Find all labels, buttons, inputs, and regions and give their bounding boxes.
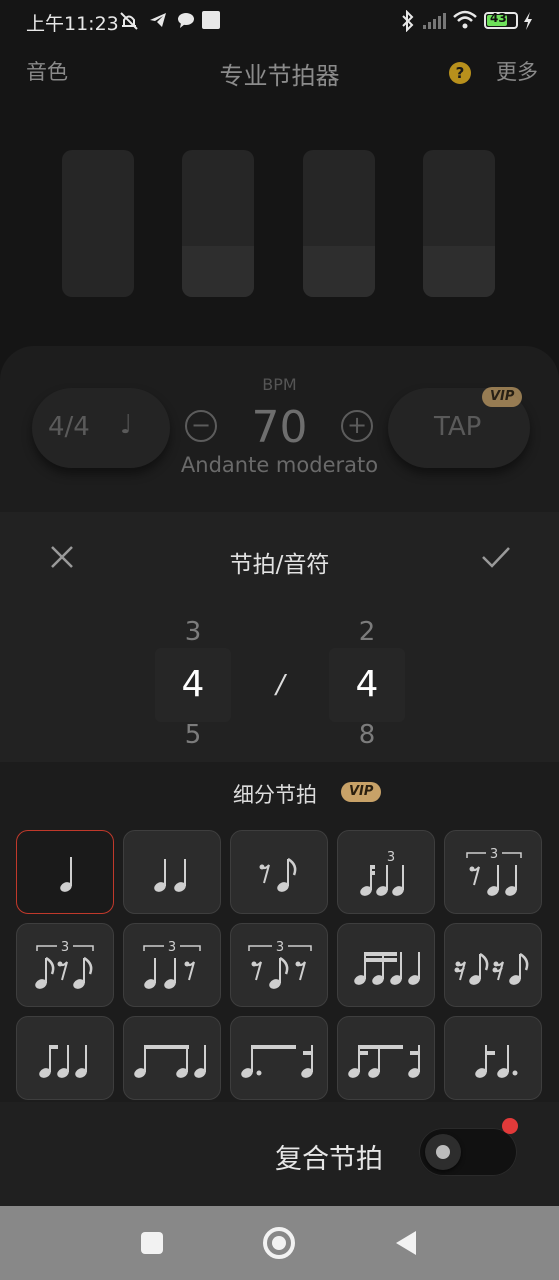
sixteenth-eighth-sixteenth-icon — [348, 1045, 420, 1078]
notification-dot — [502, 1118, 518, 1134]
app-screen: 上午11:23 43 音色 专业节拍器 ? 更多 4/4 ♩ − BPM 70 … — [0, 0, 559, 1280]
subdivision-option-11[interactable] — [16, 1016, 114, 1100]
more-button[interactable]: 更多 — [496, 56, 538, 86]
beat-indicator-2[interactable] — [182, 150, 254, 297]
sheet-title: 节拍/音符 — [229, 552, 330, 578]
svg-text:3: 3 — [490, 847, 498, 862]
tap-vip-badge: VIP — [482, 387, 523, 407]
battery-icon: 43 — [484, 11, 518, 29]
sixteenth-triplet-icon: 3 — [360, 850, 404, 896]
chat-bubble-icon — [178, 13, 194, 28]
status-time: 上午11:23 — [26, 13, 119, 35]
sixteenth-group-icon — [39, 1045, 87, 1078]
beat-indicator-1[interactable] — [62, 150, 134, 297]
subdivision-option-5[interactable]: 3 — [444, 830, 542, 914]
subdivision-option-1[interactable] — [16, 830, 114, 914]
beat-indicator-4[interactable] — [423, 150, 495, 297]
svg-text:3: 3 — [276, 940, 284, 955]
two-eighths-icon — [154, 859, 186, 892]
note-picker-below[interactable]: 8 — [329, 720, 405, 750]
subdivision-option-2[interactable] — [123, 830, 221, 914]
subdivision-option-6[interactable]: 3 — [16, 923, 114, 1007]
sixteenth-dotted-eighth-icon — [475, 1045, 518, 1078]
battery-level: 43 — [490, 11, 507, 25]
recents-icon[interactable] — [141, 1232, 163, 1254]
compound-label: 复合节拍 — [275, 1144, 383, 1175]
dotted-eighth-sixteenth-icon — [241, 1045, 313, 1078]
subdivision-option-15[interactable] — [444, 1016, 542, 1100]
help-icon[interactable]: ? — [449, 62, 471, 84]
subdivision-option-12[interactable] — [123, 1016, 221, 1100]
subdivision-option-7[interactable]: 3 — [123, 923, 221, 1007]
compound-toggle[interactable] — [419, 1128, 517, 1176]
app-notification-icon — [202, 11, 220, 29]
status-bar: 上午11:23 43 — [0, 0, 559, 42]
triplet-mid-rest-icon: 3 — [35, 940, 94, 989]
charging-icon — [524, 12, 532, 30]
back-icon[interactable] — [396, 1231, 416, 1255]
four-sixteenths-icon — [354, 952, 420, 985]
bluetooth-icon — [402, 10, 414, 32]
beats-picker-above[interactable]: 3 — [155, 617, 231, 647]
page-title: 专业节拍器 — [219, 62, 340, 90]
telegram-icon — [150, 13, 166, 27]
eighth-two-sixteenths-icon — [134, 1045, 206, 1078]
quarter-note-icon — [60, 857, 72, 892]
picker-separator: / — [276, 670, 285, 700]
svg-text:3: 3 — [61, 940, 69, 955]
subdivision-option-13[interactable] — [230, 1016, 328, 1100]
subdivision-option-3[interactable] — [230, 830, 328, 914]
confirm-icon[interactable] — [480, 543, 512, 571]
rest-eighth-icon — [259, 857, 297, 892]
triplet-outer-rest-icon: 3 — [248, 940, 312, 989]
triplet-end-rest-icon: 3 — [143, 940, 201, 989]
subdivision-option-14[interactable] — [337, 1016, 435, 1100]
mute-alarm-icon — [120, 12, 138, 30]
signal-icon — [423, 13, 446, 29]
subdivision-option-4[interactable]: 3 — [337, 830, 435, 914]
bpm-increase-button[interactable]: + — [341, 410, 373, 442]
toggle-knob — [425, 1134, 461, 1170]
rest-triplet-icon: 3 — [466, 847, 522, 896]
subdivision-vip-badge: VIP — [341, 782, 382, 802]
subdivision-option-9[interactable] — [337, 923, 435, 1007]
home-icon[interactable] — [263, 1227, 295, 1259]
subdivision-option-10[interactable] — [444, 923, 542, 1007]
beats-picker-selected[interactable]: 4 — [155, 664, 231, 705]
note-picker-selected[interactable]: 4 — [329, 664, 405, 705]
beats-picker-below[interactable]: 5 — [155, 720, 231, 750]
tap-label: TAP — [434, 412, 482, 442]
wifi-icon — [453, 10, 477, 29]
syncopated-rest-icon — [454, 952, 529, 985]
svg-text:3: 3 — [168, 940, 176, 955]
subdivision-title: 细分节拍 — [233, 783, 317, 807]
subdivision-option-8[interactable]: 3 — [230, 923, 328, 1007]
note-picker-above[interactable]: 2 — [329, 617, 405, 647]
beat-indicator-3[interactable] — [303, 150, 375, 297]
svg-text:3: 3 — [387, 850, 395, 865]
